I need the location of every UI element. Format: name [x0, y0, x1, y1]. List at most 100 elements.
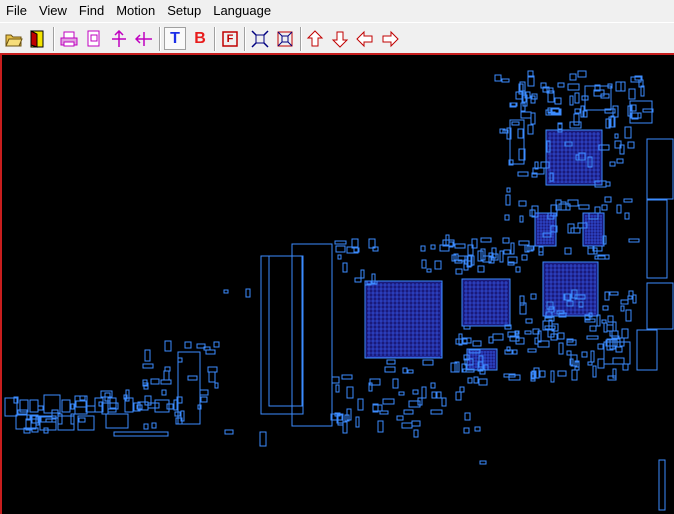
- arrow-up-icon[interactable]: [304, 27, 326, 50]
- passive-component-371: [596, 314, 601, 327]
- menu-find[interactable]: Find: [73, 1, 110, 21]
- passive-component-104: [604, 196, 612, 203]
- passive-component-72: [616, 204, 622, 214]
- passive-component-298: [403, 409, 414, 415]
- passive-component-232: [488, 336, 494, 344]
- flip-horizontal-icon[interactable]: [133, 27, 155, 50]
- stray-part-e: [259, 431, 267, 447]
- passive-component-1: [554, 97, 562, 105]
- right-connector-c: [646, 282, 674, 330]
- passive-component-290: [411, 420, 421, 427]
- passive-component-211: [611, 330, 619, 339]
- bottom-left-component-13: [57, 415, 75, 431]
- passive-component-94: [605, 181, 611, 187]
- board-view-canvas[interactable]: [0, 53, 674, 514]
- dimm-slot-inner: [268, 255, 303, 407]
- passive-component-131: [521, 254, 528, 261]
- passive-component-409: [601, 319, 607, 324]
- find-icon[interactable]: F: [219, 27, 241, 50]
- passive-component-4: [517, 128, 524, 139]
- passive-component-386: [530, 293, 537, 300]
- passive-component-351: [151, 422, 157, 429]
- bottom-left-component-4: [61, 399, 71, 413]
- arrow-left-icon[interactable]: [354, 27, 376, 50]
- passive-component-150: [515, 266, 521, 273]
- passive-component-126: [623, 198, 633, 203]
- passive-component-324: [164, 340, 172, 352]
- passive-component-328: [207, 366, 218, 373]
- menu-setup[interactable]: Setup: [161, 1, 207, 21]
- passive-component-321: [142, 363, 154, 369]
- passive-component-272: [463, 427, 470, 434]
- passive-component-330: [177, 357, 183, 363]
- passive-component-244: [534, 337, 539, 345]
- passive-component-107: [564, 247, 572, 255]
- zoom-area-icon[interactable]: [274, 27, 296, 50]
- zoom-page-icon[interactable]: [83, 27, 105, 50]
- passive-component-185: [472, 340, 482, 347]
- passive-component-407: [625, 309, 632, 322]
- top-side-icon[interactable]: T: [164, 27, 186, 50]
- passive-component-316: [187, 375, 198, 381]
- arrow-right-icon[interactable]: [379, 27, 401, 50]
- menu-motion[interactable]: Motion: [110, 1, 161, 21]
- passive-component-195: [597, 343, 604, 350]
- passive-component-98: [628, 238, 640, 243]
- passive-component-23: [527, 124, 534, 135]
- passive-component-408: [632, 294, 637, 304]
- passive-component-81: [506, 187, 511, 193]
- passive-component-204: [622, 363, 629, 371]
- flip-vertical-icon[interactable]: [108, 27, 130, 50]
- passive-component-54: [615, 81, 622, 92]
- passive-component-41: [614, 133, 619, 139]
- passive-component-44: [574, 92, 580, 104]
- bottom-side-icon[interactable]: B: [189, 27, 211, 50]
- passive-component-275: [377, 420, 384, 433]
- passive-component-404: [628, 290, 634, 297]
- passive-component-168: [510, 242, 515, 255]
- menu-view[interactable]: View: [33, 1, 73, 21]
- print-icon[interactable]: [58, 27, 80, 50]
- passive-component-358: [51, 409, 59, 419]
- open-folder-icon[interactable]: [3, 27, 25, 50]
- passive-component-400: [612, 321, 617, 332]
- bottom-left-component-7: [107, 397, 117, 413]
- passive-component-253: [467, 377, 473, 384]
- passive-component-93: [578, 204, 590, 210]
- zoom-fit-icon[interactable]: [249, 27, 271, 50]
- passive-component-158: [455, 268, 463, 275]
- bottom-side-label: B: [194, 29, 206, 47]
- passive-component-296: [450, 362, 458, 373]
- stray-part-d: [224, 429, 234, 435]
- passive-component-364: [37, 405, 44, 411]
- passive-component-67: [628, 88, 636, 100]
- pch-bga-chip: [364, 280, 443, 359]
- passive-component-64: [610, 115, 615, 128]
- passive-component-332: [144, 349, 151, 362]
- passive-component-405: [609, 291, 619, 296]
- menu-language[interactable]: Language: [207, 1, 277, 21]
- exit-door-icon[interactable]: [26, 27, 48, 50]
- passive-component-238: [571, 369, 578, 381]
- passive-component-183: [342, 262, 348, 273]
- arrow-down-icon[interactable]: [329, 27, 351, 50]
- bottom-left-component-2: [29, 399, 39, 413]
- passive-component-302: [474, 426, 481, 432]
- passive-component-305: [143, 423, 149, 430]
- passive-component-254: [341, 374, 353, 380]
- passive-component-374: [607, 315, 614, 323]
- passive-component-357: [70, 403, 75, 410]
- passive-component-246: [592, 365, 597, 378]
- passive-component-21: [567, 83, 580, 91]
- passive-component-186: [473, 376, 479, 384]
- passive-component-259: [459, 386, 465, 393]
- pcb-board-drawing: [4, 70, 674, 511]
- passive-component-410: [602, 305, 609, 311]
- passive-component-255: [386, 359, 396, 365]
- passive-component-306: [205, 349, 216, 355]
- passive-component-282: [413, 429, 419, 438]
- passive-component-159: [502, 237, 510, 244]
- menu-file[interactable]: File: [0, 1, 33, 21]
- passive-component-236: [581, 351, 588, 358]
- passive-component-86: [517, 171, 529, 177]
